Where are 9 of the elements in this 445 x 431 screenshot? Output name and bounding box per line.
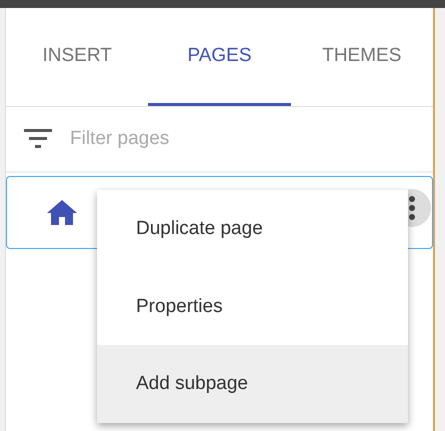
menu-item[interactable]: Add subpage [97, 345, 408, 424]
tab[interactable]: INSERT [6, 8, 148, 106]
filter-field[interactable]: Filter pages [70, 128, 370, 150]
menu-item[interactable]: Properties [97, 268, 408, 346]
tab[interactable]: THEMES [290, 8, 433, 106]
tab[interactable]: PAGES [148, 8, 291, 106]
menu-item[interactable]: Duplicate page [97, 190, 408, 268]
filter-icon[interactable] [24, 129, 52, 149]
more-icon [408, 195, 416, 221]
